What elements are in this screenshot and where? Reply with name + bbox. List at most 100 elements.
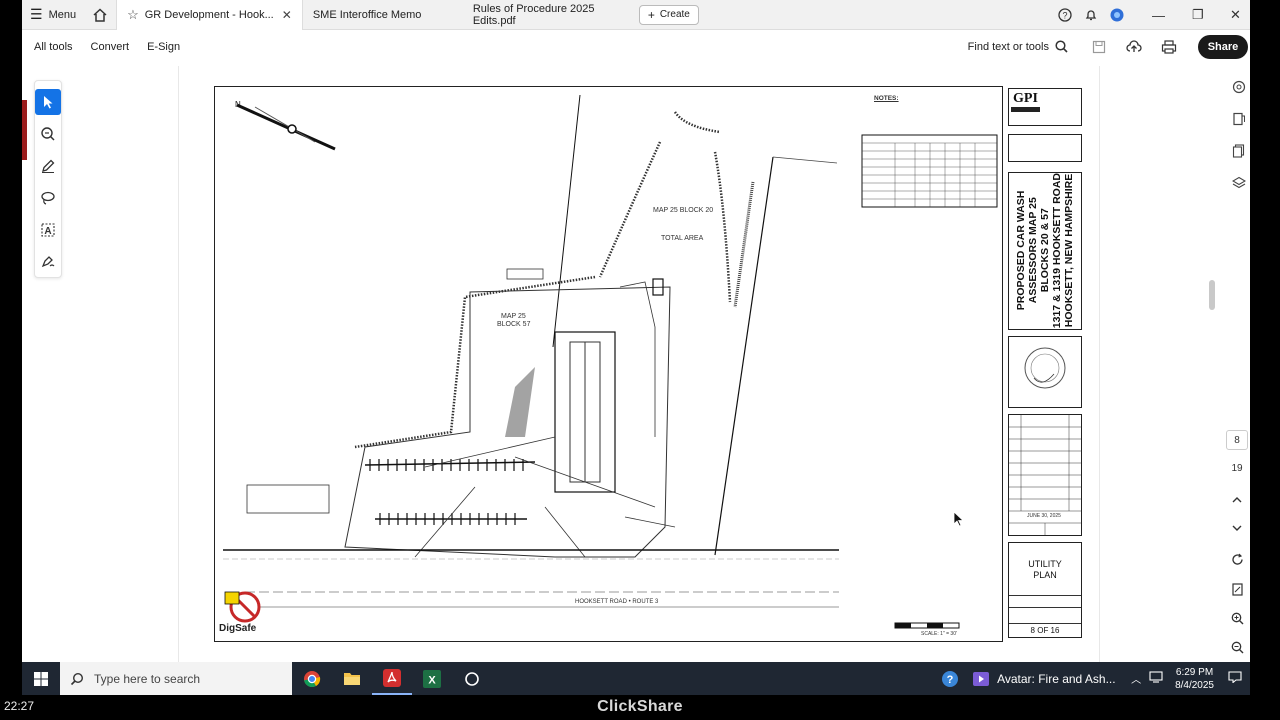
network-icon[interactable] [1149, 671, 1163, 686]
share-button[interactable]: Share [1198, 35, 1248, 59]
engineer-seal-box [1008, 336, 1082, 408]
add-comment-tool-button[interactable] [35, 121, 61, 147]
block-57-label: BLOCK 57 [497, 321, 531, 328]
help-icon[interactable]: ? [1058, 0, 1072, 30]
svg-text:X: X [428, 674, 436, 686]
chrome-app[interactable] [292, 662, 332, 695]
tab-label: GR Development - Hook... [144, 8, 274, 21]
upload-cloud-icon[interactable] [1125, 38, 1143, 56]
menu-button[interactable]: ☰ Menu [22, 0, 84, 30]
help-assistant-icon[interactable]: ? [935, 662, 965, 695]
excel-icon: X [423, 669, 441, 688]
vertical-scrollbar[interactable] [1207, 66, 1217, 662]
cortana-app[interactable] [452, 662, 492, 695]
file-explorer-app[interactable] [332, 662, 372, 695]
home-button[interactable] [84, 0, 116, 30]
search-icon [70, 672, 84, 685]
restore-icon[interactable]: ❐ [1192, 0, 1204, 30]
svg-text:?: ? [947, 674, 954, 686]
stamp-tool-button[interactable] [35, 249, 61, 275]
digsafe-logo-icon [224, 591, 261, 623]
save-icon[interactable] [1090, 38, 1108, 56]
bookmarks-icon[interactable] [1230, 110, 1248, 128]
start-button[interactable] [22, 662, 60, 695]
notes-heading: NOTES: [874, 95, 899, 102]
company-logo-box: GPI [1008, 88, 1082, 126]
esign-button[interactable]: E-Sign [147, 41, 180, 53]
road-label: HOOKSETT ROAD • ROUTE 3 [575, 599, 659, 605]
title-block: GPI PROPOSED CAR WASH ASSESSORS MAP 25 B… [1006, 86, 1084, 642]
gpi-logo: GPI [1011, 91, 1040, 112]
acrobat-icon [383, 668, 401, 687]
comments-icon[interactable] [1230, 78, 1248, 96]
map-block-20-label: MAP 25 BLOCK 20 [653, 207, 714, 214]
clock-time: 6:29 PM [1175, 666, 1214, 678]
fit-page-icon[interactable] [1226, 579, 1248, 599]
project-title-box: PROPOSED CAR WASH ASSESSORS MAP 25 BLOCK… [1008, 172, 1082, 330]
text-box-tool-button[interactable]: A [35, 217, 61, 243]
current-page-field[interactable]: 8 [1226, 430, 1248, 450]
scale-label: SCALE: 1" = 30' [921, 631, 957, 637]
print-icon[interactable] [1160, 38, 1178, 56]
client-box [1008, 134, 1082, 162]
previous-page-icon[interactable] [1226, 490, 1248, 510]
media-now-playing[interactable]: Avatar: Fire and Ash... [973, 671, 1123, 686]
clock[interactable]: 6:29 PM 8/4/2025 [1175, 666, 1214, 692]
layers-icon[interactable] [1230, 174, 1248, 192]
windows-logo-icon [34, 671, 48, 686]
hamburger-icon: ☰ [30, 6, 43, 22]
tab-label: SME Interoffice Memo [312, 8, 422, 21]
taskbar-search-input[interactable]: Type here to search [60, 662, 292, 695]
map-25-label: MAP 25 [501, 313, 526, 320]
media-player-icon [973, 671, 990, 686]
tab-gr-development[interactable]: ☆ GR Development - Hook... ✕ [116, 0, 303, 30]
stamp-pen-icon [41, 256, 55, 268]
excel-app[interactable]: X [412, 662, 452, 695]
find-tool[interactable]: Find text or tools [968, 40, 1068, 53]
all-tools-button[interactable]: All tools [34, 41, 73, 53]
zoom-in-icon[interactable] [1226, 608, 1248, 628]
project-title-text: PROPOSED CAR WASH ASSESSORS MAP 25 BLOCK… [1015, 173, 1075, 329]
draw-tool-button[interactable] [35, 153, 61, 179]
tab-rules-of-procedure[interactable]: Rules of Procedure 2025 Edits.pdf [463, 0, 633, 30]
folder-icon [344, 673, 360, 685]
scrollbar-thumb[interactable] [1209, 280, 1215, 310]
home-icon [93, 7, 107, 22]
close-window-icon[interactable]: ✕ [1230, 0, 1241, 30]
clock-date: 8/4/2025 [1175, 679, 1214, 691]
find-label: Find text or tools [967, 40, 1049, 53]
svg-text:?: ? [1062, 11, 1067, 21]
drawing-sheet[interactable]: N MAP 25 BLOCK 20 TOTAL AREA MAP 25 BLOC… [214, 86, 1003, 642]
utility-plan-drawing: N [223, 94, 998, 629]
search-placeholder: Type here to search [94, 671, 201, 686]
close-tab-icon[interactable]: ✕ [282, 8, 292, 22]
lasso-icon [41, 191, 55, 205]
clickshare-brand: ClickShare [597, 698, 683, 715]
acrobat-app[interactable] [372, 662, 412, 695]
create-label: Create [659, 9, 690, 20]
text-box-icon: A [41, 223, 55, 237]
north-arrow-icon: N [235, 100, 336, 151]
digsafe-label: DigSafe [219, 623, 257, 634]
tab-sme-interoffice-memo[interactable]: SME Interoffice Memo [303, 0, 463, 30]
mouse-cursor-icon [953, 511, 965, 527]
star-icon[interactable]: ☆ [127, 7, 139, 23]
convert-button[interactable]: Convert [91, 41, 130, 53]
next-page-icon[interactable] [1226, 518, 1248, 538]
notifications-bell-icon[interactable] [1084, 0, 1098, 30]
rotate-icon[interactable] [1226, 549, 1248, 569]
select-tool-button[interactable] [35, 89, 61, 115]
create-button[interactable]: + Create [638, 4, 699, 25]
profile-avatar-icon[interactable] [1110, 0, 1124, 30]
tray-chevron-icon[interactable]: ︿ [1131, 671, 1141, 686]
svg-text:A: A [44, 226, 51, 237]
page-thumbnails-icon[interactable] [1230, 142, 1248, 160]
lasso-tool-button[interactable] [35, 185, 61, 211]
date-value: JUNE 30, 2025 [1027, 513, 1061, 519]
revisions-box: JUNE 30, 2025 [1008, 414, 1082, 536]
zoom-out-icon[interactable] [1226, 637, 1248, 657]
minimize-icon[interactable]: — [1152, 0, 1165, 30]
notification-center-icon[interactable] [1228, 671, 1242, 686]
cursor-arrow-icon [44, 96, 53, 109]
plus-icon: + [647, 7, 655, 22]
